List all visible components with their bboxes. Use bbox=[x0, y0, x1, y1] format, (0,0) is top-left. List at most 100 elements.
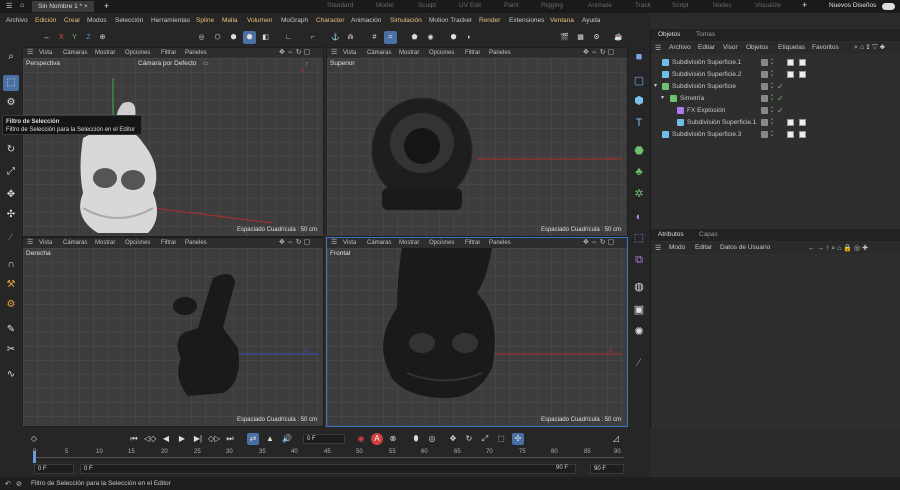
enabled-check-icon[interactable]: ✓ bbox=[777, 93, 784, 104]
add-tab-icon[interactable]: + bbox=[104, 1, 109, 11]
polygons-mode-icon[interactable]: ⬣ bbox=[243, 31, 256, 44]
fps-icon[interactable]: ▲ bbox=[264, 433, 276, 445]
viewport-nav-icons[interactable]: ✥ ⇔ ↻ ▢ bbox=[583, 238, 614, 248]
cube-primitive-icon[interactable]: ■ bbox=[631, 49, 647, 65]
layer-icon[interactable] bbox=[761, 119, 768, 126]
menu-item[interactable]: Volumen bbox=[247, 17, 272, 24]
viewport-nav-icons[interactable]: ✥ ⇔ ↻ ▢ bbox=[279, 48, 310, 58]
selection-gear-icon[interactable]: ⚙ bbox=[3, 95, 19, 111]
material-tag[interactable] bbox=[787, 71, 794, 78]
layout-tab[interactable]: Model bbox=[376, 2, 394, 9]
layout-tab[interactable]: Visualize bbox=[755, 2, 781, 9]
vp-menu-vista[interactable]: Vista bbox=[39, 48, 52, 58]
grid-icon[interactable]: # bbox=[368, 31, 381, 44]
viewport-options-icon[interactable]: ☰ bbox=[331, 48, 337, 58]
autokey-icon[interactable]: A bbox=[371, 433, 383, 445]
preview-end-label[interactable]: 90 F bbox=[556, 465, 568, 471]
viewport-top[interactable]: ☰ Vista Cámaras Mostrar Opciones Filtrar… bbox=[326, 47, 628, 237]
vp-menu-mostrar[interactable]: Mostrar bbox=[399, 238, 419, 248]
vp-menu-mostrar[interactable]: Mostrar bbox=[95, 48, 115, 58]
file-tab[interactable]: Sin Nombre 1 * × bbox=[32, 1, 94, 12]
light-icon[interactable]: ✺ bbox=[631, 324, 647, 340]
menu-item[interactable]: Render bbox=[479, 17, 500, 24]
object-row[interactable]: Subdivisión Superficie.2 • • bbox=[651, 69, 900, 80]
layer-icon[interactable] bbox=[761, 71, 768, 78]
expand-icon[interactable]: ▾ bbox=[661, 93, 664, 104]
vp-menu-vista[interactable]: Vista bbox=[343, 238, 356, 248]
quantize-icon[interactable]: ⌗ bbox=[384, 31, 397, 44]
obj-menu-item[interactable]: Visor bbox=[723, 44, 738, 51]
menu-item[interactable]: Motion Tracker bbox=[429, 17, 472, 24]
attr-menu-item[interactable]: Modo bbox=[669, 244, 685, 251]
search-icon[interactable]: ⌕ bbox=[3, 49, 19, 65]
panel-tool-icons[interactable]: ⌕ ⌂ ⇪ ▽ ✚ bbox=[854, 44, 885, 52]
point-level-icon[interactable]: ✣ bbox=[512, 433, 524, 445]
obj-menu-item[interactable]: Editar bbox=[698, 44, 715, 51]
bend-icon[interactable]: ⬚ bbox=[631, 230, 647, 246]
vp-menu-paneles[interactable]: Paneles bbox=[489, 48, 511, 58]
object-row[interactable]: Subdivisión Superficie.1 • • bbox=[651, 57, 900, 68]
material-tag[interactable] bbox=[799, 71, 806, 78]
y-axis-toggle[interactable]: Y bbox=[68, 31, 81, 44]
enabled-check-icon[interactable]: ✓ bbox=[777, 105, 784, 116]
material-tag[interactable] bbox=[787, 119, 794, 126]
mesh-mode-icon[interactable]: ⬡ bbox=[211, 31, 224, 44]
text-object-icon[interactable]: T bbox=[631, 115, 647, 131]
layout-tab[interactable]: Animate bbox=[588, 2, 612, 9]
menu-item[interactable]: Edición bbox=[35, 17, 56, 24]
camera-object-icon[interactable]: ▣ bbox=[631, 302, 647, 318]
menu-item[interactable]: Extensiones bbox=[509, 17, 544, 24]
current-frame-field[interactable]: 0 F bbox=[303, 434, 345, 444]
rotation-key-icon[interactable]: ↻ bbox=[463, 433, 475, 445]
material-tag[interactable] bbox=[799, 131, 806, 138]
menu-item[interactable]: Animación bbox=[351, 17, 381, 24]
undo-icon[interactable]: ↶ bbox=[5, 480, 11, 488]
enabled-check-icon[interactable]: ✓ bbox=[777, 81, 784, 92]
sketch-icon[interactable]: ⁄ bbox=[631, 355, 647, 371]
menu-item[interactable]: Simulación bbox=[390, 17, 422, 24]
obj-menu-item[interactable]: Objetos bbox=[746, 44, 768, 51]
obj-menu-item[interactable]: Etiquetas bbox=[778, 44, 805, 51]
viewport-nav-icons[interactable]: ✥ ⇔ ↻ ▢ bbox=[583, 48, 614, 58]
model-mode-icon[interactable]: ◎ bbox=[195, 31, 208, 44]
layout-tab[interactable]: Nodes bbox=[713, 2, 732, 9]
viewport-perspective[interactable]: ☰ Vista Cámaras Mostrar Opciones Filtrar… bbox=[22, 47, 324, 237]
brush-icon[interactable]: ⚒ bbox=[3, 277, 19, 293]
coordinate-system-icon[interactable]: ⊕ bbox=[96, 31, 109, 44]
viewport-options-icon[interactable]: ☰ bbox=[331, 238, 337, 248]
vp-menu-filtrar[interactable]: Filtrar bbox=[161, 48, 176, 58]
vp-menu-paneles[interactable]: Paneles bbox=[185, 238, 207, 248]
new-layouts-label[interactable]: Nuevos Diseños bbox=[829, 2, 876, 9]
add-layout-icon[interactable]: + bbox=[802, 0, 807, 10]
object-row[interactable]: FX Explosión • • ✓ bbox=[651, 105, 900, 116]
viewport-nav-icons[interactable]: ✥ ⇔ ↻ ▢ bbox=[279, 238, 310, 248]
next-key-icon[interactable]: ◇▷ bbox=[208, 433, 220, 445]
layer-icon[interactable] bbox=[761, 59, 768, 66]
scale-icon[interactable]: ⤢ bbox=[3, 164, 19, 180]
object-row[interactable]: ▾ Simetría • • ✓ bbox=[651, 93, 900, 104]
render-settings-edit-icon[interactable]: ⚙ bbox=[590, 31, 603, 44]
attr-menu-item[interactable]: Editar bbox=[695, 244, 712, 251]
knife-icon[interactable]: ✂ bbox=[3, 342, 19, 358]
cloner-icon[interactable]: ♣ bbox=[631, 164, 647, 180]
vp-menu-filtrar[interactable]: Filtrar bbox=[465, 48, 480, 58]
layout-tab[interactable]: Rigging bbox=[541, 2, 563, 9]
field-icon[interactable]: ⧉ bbox=[631, 252, 647, 268]
viewport-front[interactable]: ☰ Vista Cámaras Mostrar Opciones Filtrar… bbox=[326, 237, 628, 427]
smooth-icon[interactable]: ⚙ bbox=[3, 297, 19, 313]
vp-menu-vista[interactable]: Vista bbox=[39, 238, 52, 248]
start-frame-field[interactable]: 0 F bbox=[34, 464, 74, 474]
scale-key-icon[interactable]: ⤢ bbox=[479, 433, 491, 445]
menu-item[interactable]: Crear bbox=[64, 17, 80, 24]
tab-capas[interactable]: Capas bbox=[699, 231, 718, 238]
home-icon[interactable]: ⌂ bbox=[20, 2, 24, 9]
pla-icon[interactable]: ◎ bbox=[426, 433, 438, 445]
attr-menu-item[interactable]: Datos de Usuario bbox=[720, 244, 770, 251]
object-row[interactable]: Subdivisión Superficie.3 • • bbox=[651, 129, 900, 140]
placement-icon[interactable]: ⁄ bbox=[3, 230, 19, 246]
vp-menu-opciones[interactable]: Opciones bbox=[125, 48, 150, 58]
move-mode-icon[interactable]: ↔ bbox=[40, 31, 53, 44]
teapot-render-icon[interactable]: ☕ bbox=[612, 31, 625, 44]
attr-nav-icons[interactable]: ← → ↑ ⌕ ⌂ 🔒 ◎ ✚ bbox=[808, 244, 868, 253]
prev-frame-icon[interactable]: ◀ bbox=[160, 433, 172, 445]
